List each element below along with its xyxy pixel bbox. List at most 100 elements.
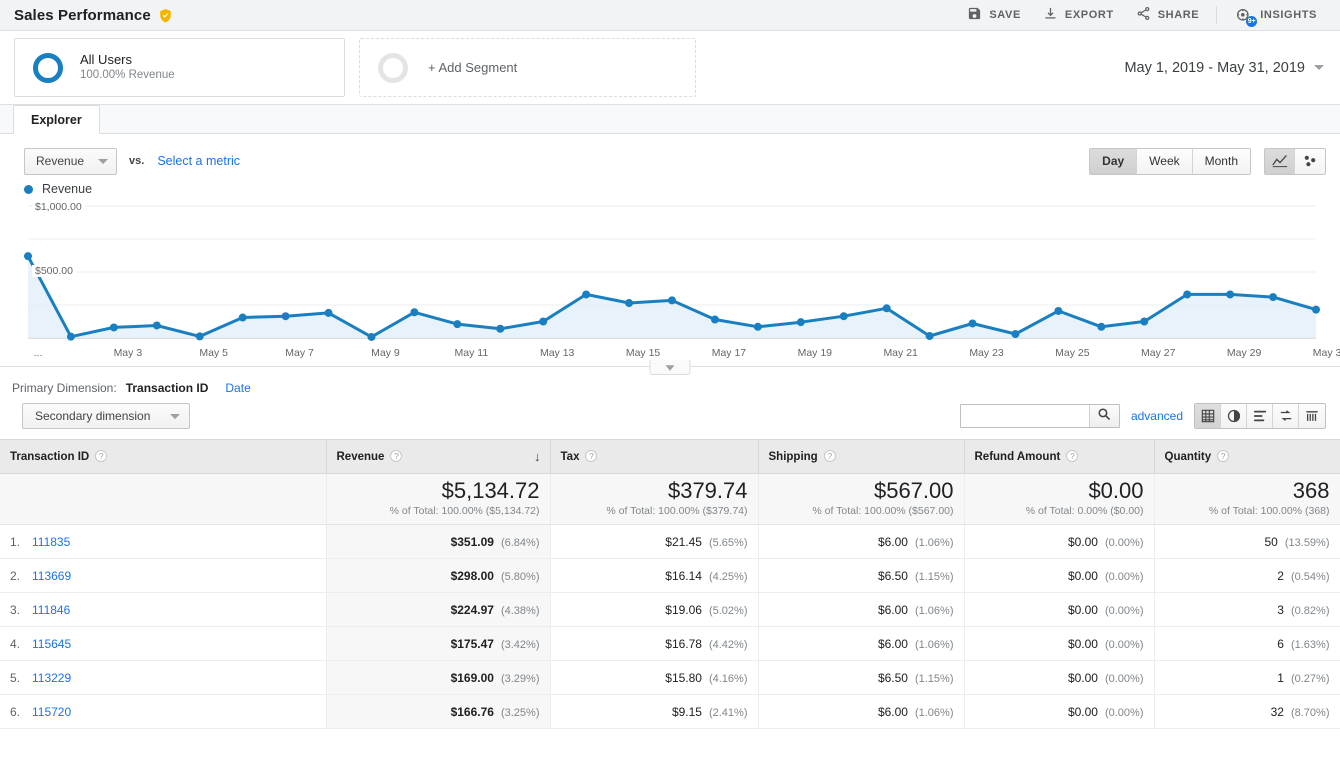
help-icon[interactable]: ? [1066, 450, 1079, 462]
metric-percent: (1.15%) [914, 672, 954, 685]
table-row[interactable]: 4. 115645 $175.47 (3.42%) $16.78 (4.42%) $6.00… [0, 626, 1340, 661]
metric-percent: (0.00%) [1104, 672, 1144, 685]
search-input[interactable] [960, 405, 1089, 427]
insights-button[interactable]: 9+ INSIGHTS [1223, 3, 1328, 28]
save-button[interactable]: SAVE [956, 2, 1032, 28]
transaction-id-link[interactable]: 111835 [32, 535, 70, 549]
help-icon[interactable]: ? [390, 450, 403, 462]
chart-metric-row: Revenue vs. Select a metric Day Week Mon… [14, 134, 1326, 176]
column-label: Shipping [768, 451, 818, 463]
x-axis-tick-label: May 15 [625, 347, 661, 359]
line-chart-icon[interactable] [1265, 148, 1295, 174]
add-segment-label: + Add Segment [428, 60, 518, 75]
report-tabs: Explorer [0, 105, 1340, 134]
share-button[interactable]: SHARE [1125, 2, 1211, 28]
granularity-month-button[interactable]: Month [1192, 148, 1250, 174]
granularity-week-button[interactable]: Week [1137, 148, 1193, 174]
column-header-quantity[interactable]: Quantity? [1154, 439, 1340, 474]
x-axis-tick-label: May 7 [285, 347, 314, 359]
column-header-transaction-id[interactable]: Transaction ID? [0, 439, 327, 474]
select-a-metric-link[interactable]: Select a metric [157, 154, 240, 168]
x-axis-tick-label: May 25 [1055, 347, 1090, 359]
verified-shield-icon [158, 8, 173, 23]
metric-value: $0.00 [1067, 534, 1098, 549]
metric-percent: (3.42%) [500, 638, 540, 651]
add-segment-button[interactable]: + Add Segment [359, 38, 696, 97]
summary-dimension-cell [0, 473, 327, 525]
metric-cell: $0.00 (0.00%) [964, 626, 1155, 661]
x-axis-leading-label: ... [33, 347, 43, 359]
metric-cell: $6.00 (1.06%) [758, 524, 965, 559]
summary-value: $0.00 [1088, 478, 1144, 504]
segment-subtitle: 100.00% Revenue [80, 69, 175, 82]
metric-cell: 2 (0.54%) [1154, 558, 1340, 593]
table-row[interactable]: 3. 111846 $224.97 (4.38%) $19.06 (5.02%) $6.00… [0, 592, 1340, 627]
metric-cell: $16.78 (4.42%) [550, 626, 759, 661]
pivot-view-icon[interactable] [1299, 404, 1325, 428]
table-row[interactable]: 2. 113669 $298.00 (5.80%) $16.14 (4.25%) $6.50… [0, 558, 1340, 593]
summary-percent: % of Total: 100.00% ($567.00) [812, 504, 954, 517]
table-body: $5,134.72% of Total: 100.00% ($5,134.72)… [0, 473, 1340, 729]
transaction-id-link[interactable]: 115645 [32, 637, 71, 651]
segment-all-users[interactable]: All Users 100.00% Revenue [14, 38, 345, 97]
help-icon[interactable]: ? [823, 450, 836, 462]
column-header-shipping[interactable]: Shipping? [758, 439, 965, 474]
secondary-dimension-dropdown[interactable]: Secondary dimension [22, 403, 191, 429]
metric-percent: (1.15%) [914, 570, 954, 583]
metric-value: $0.00 [1067, 636, 1098, 651]
pie-chart-view-icon[interactable] [1221, 404, 1247, 428]
row-index: 6. [10, 704, 21, 719]
summary-cell: 368% of Total: 100.00% (368) [1154, 473, 1340, 525]
table-row[interactable]: 6. 115720 $166.76 (3.25%) $9.15 (2.41%) $6.00 (… [0, 694, 1340, 729]
metric-cell: $0.00 (0.00%) [964, 558, 1155, 593]
metric-percent: (2.41%) [708, 706, 748, 719]
chart-panel: Revenue vs. Select a metric Day Week Mon… [0, 134, 1340, 375]
metric-percent: (1.06%) [914, 706, 954, 719]
chevron-down-icon [170, 413, 181, 419]
advanced-link[interactable]: advanced [1131, 409, 1183, 423]
metric-cell: $169.00 (3.29%) [326, 660, 551, 695]
granularity-day-button[interactable]: Day [1090, 148, 1138, 174]
revenue-line-chart[interactable]: $1,000.00 $500.00 [14, 201, 1326, 344]
table-view-icon[interactable] [1195, 404, 1221, 428]
tab-explorer[interactable]: Explorer [13, 105, 100, 134]
summary-value: $567.00 [873, 478, 954, 504]
metric-cell: $224.97 (4.38%) [326, 592, 551, 627]
metric-value: 50 [1264, 534, 1278, 549]
help-icon[interactable]: ? [1217, 450, 1230, 462]
metric-cell: 1 (0.27%) [1154, 660, 1340, 695]
transaction-id-link[interactable]: 113229 [32, 671, 71, 685]
help-icon[interactable]: ? [585, 450, 598, 462]
collapse-chart-button[interactable] [649, 360, 691, 375]
column-header-revenue[interactable]: Revenue? ↓ [326, 439, 551, 474]
bar-chart-view-icon[interactable] [1247, 404, 1273, 428]
segment-bar: All Users 100.00% Revenue + Add Segment … [0, 31, 1340, 105]
metric-percent: (1.06%) [914, 536, 954, 549]
primary-dimension-date[interactable]: Date [225, 381, 250, 395]
column-header-refund-amount[interactable]: Refund Amount? [964, 439, 1155, 474]
table-row[interactable]: 1. 111835 $351.09 (6.84%) $21.45 (5.65%) $6.00… [0, 524, 1340, 559]
column-header-tax[interactable]: Tax? [550, 439, 759, 474]
summary-percent: % of Total: 100.00% ($379.74) [606, 504, 748, 517]
export-button[interactable]: EXPORT [1032, 2, 1125, 28]
metric-percent: (0.00%) [1104, 638, 1144, 651]
scatter-plot-icon[interactable] [1295, 148, 1325, 174]
metric-value: $175.47 [450, 636, 494, 651]
transaction-id-link[interactable]: 113669 [32, 569, 71, 583]
date-range-picker[interactable]: May 1, 2019 - May 31, 2019 [1124, 60, 1326, 76]
primary-dimension-transaction-id[interactable]: Transaction ID [126, 381, 209, 395]
sort-desc-arrow-icon[interactable]: ↓ [534, 449, 541, 464]
transaction-id-link[interactable]: 111846 [32, 603, 70, 617]
summary-cell: $379.74% of Total: 100.00% ($379.74) [550, 473, 759, 525]
table-row[interactable]: 5. 113229 $169.00 (3.29%) $15.80 (4.16%) $6.50… [0, 660, 1340, 695]
share-icon [1136, 6, 1151, 24]
metric-value: $0.00 [1067, 602, 1098, 617]
help-icon[interactable]: ? [95, 450, 108, 462]
metric-select-dropdown[interactable]: Revenue [24, 147, 118, 175]
comparison-view-icon[interactable] [1273, 404, 1299, 428]
row-index: 4. [10, 636, 21, 651]
transaction-id-link[interactable]: 115720 [32, 705, 71, 719]
search-button[interactable] [1088, 405, 1119, 427]
summary-value: $379.74 [667, 478, 748, 504]
metric-value: $21.45 [665, 534, 702, 549]
